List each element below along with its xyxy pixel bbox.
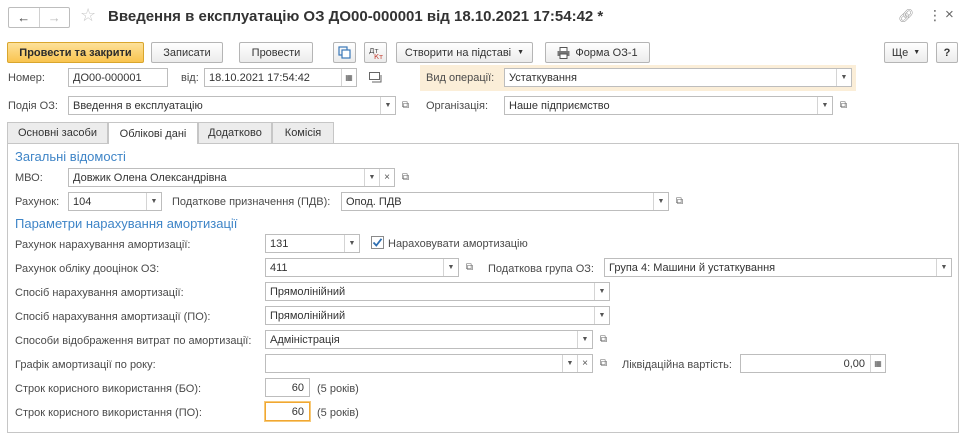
dep-account-label: Рахунок нарахування амортизації:	[15, 239, 191, 251]
method-label: Спосіб нарахування амортизації:	[15, 287, 184, 299]
tax-group-field[interactable]: Група 4: Машини й устаткування ▼	[604, 258, 952, 277]
section-depreciation: Параметри нарахування амортизації	[15, 216, 238, 231]
chevron-down-icon[interactable]: ▼	[577, 331, 592, 348]
accrue-depreciation-checkbox[interactable]	[371, 236, 384, 249]
clear-icon[interactable]: ×	[577, 355, 592, 372]
reval-account-field[interactable]: 411 ▼	[265, 258, 459, 277]
tax-group-label: Податкова група ОЗ:	[488, 263, 594, 275]
account-label: Рахунок:	[15, 196, 60, 208]
schedule-label: Графік амортизації по року:	[15, 359, 156, 371]
chevron-down-icon[interactable]: ▼	[443, 259, 458, 276]
life-po-years: (5 років)	[317, 407, 359, 419]
residual-value-field[interactable]: 0,00 ▦	[740, 354, 886, 373]
chevron-down-icon[interactable]: ▼	[146, 193, 161, 210]
chevron-down-icon[interactable]: ▼	[653, 193, 668, 210]
chevron-down-icon[interactable]: ▼	[594, 307, 609, 324]
life-po-label: Строк корисного використання (ПО):	[15, 407, 202, 419]
chevron-down-icon[interactable]: ▼	[936, 259, 951, 276]
tax-purpose-label: Податкове призначення (ПДВ):	[172, 196, 331, 208]
life-bo-label: Строк корисного використання (БО):	[15, 383, 202, 395]
life-bo-years: (5 років)	[317, 383, 359, 395]
chevron-down-icon[interactable]: ▼	[344, 235, 359, 252]
dep-account-field[interactable]: 131 ▼	[265, 234, 360, 253]
tab-content: Загальні відомості МВО: Довжик Олена Оле…	[0, 0, 963, 425]
section-general: Загальні відомості	[15, 149, 126, 164]
schedule-field[interactable]: ▼ ×	[265, 354, 593, 373]
expense-method-label: Способи відображення витрат по амортизац…	[15, 335, 252, 347]
life-bo-field[interactable]: 60	[265, 378, 310, 397]
open-icon[interactable]: ⧉	[462, 260, 477, 275]
clear-icon[interactable]: ×	[379, 169, 394, 186]
method-field[interactable]: Прямолінійний ▼	[265, 282, 610, 301]
life-po-field[interactable]: 60	[265, 402, 310, 421]
chevron-down-icon[interactable]: ▼	[364, 169, 379, 186]
open-icon[interactable]: ⧉	[398, 170, 413, 185]
reval-account-label: Рахунок обліку дооцінок ОЗ:	[15, 263, 160, 275]
chevron-down-icon[interactable]: ▼	[594, 283, 609, 300]
open-icon[interactable]: ⧉	[596, 332, 611, 347]
method-po-label: Спосіб нарахування амортизації (ПО):	[15, 311, 211, 323]
chevron-down-icon[interactable]: ▼	[562, 355, 577, 372]
open-icon[interactable]: ⧉	[672, 194, 687, 209]
checkmark-icon	[372, 238, 383, 247]
method-po-field[interactable]: Прямолінійний ▼	[265, 306, 610, 325]
mvo-label: МВО:	[15, 172, 43, 184]
accrue-depreciation-label[interactable]: Нараховувати амортизацію	[388, 238, 528, 250]
tax-purpose-field[interactable]: Опод. ПДВ ▼	[341, 192, 669, 211]
calculator-icon[interactable]: ▦	[870, 355, 885, 372]
open-icon[interactable]: ⧉	[596, 356, 611, 371]
mvo-field[interactable]: Довжик Олена Олександрівна ▼ ×	[68, 168, 395, 187]
residual-value-label: Ліквідаційна вартість:	[622, 359, 732, 371]
account-field[interactable]: 104 ▼	[68, 192, 162, 211]
expense-method-field[interactable]: Адміністрація ▼	[265, 330, 593, 349]
